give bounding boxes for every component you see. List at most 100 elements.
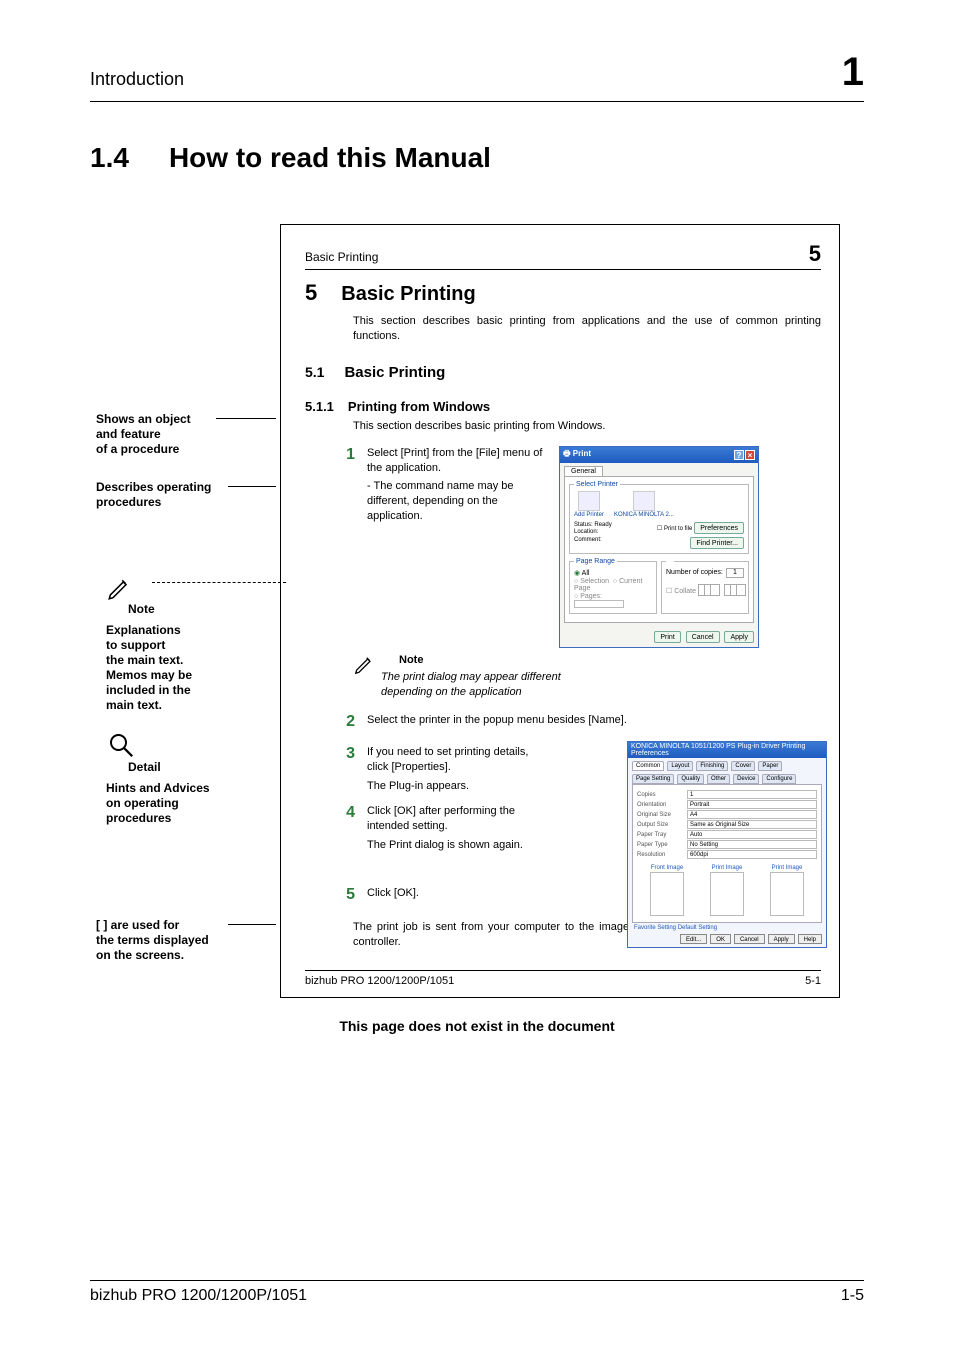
radio-pages[interactable]: Pages: (574, 593, 652, 608)
pencil-icon (353, 654, 375, 676)
preferences-button[interactable]: Preferences (694, 522, 744, 534)
plugin-tab[interactable]: Configure (762, 774, 796, 784)
plugin-tab[interactable]: Quality (677, 774, 704, 784)
plugin-tab[interactable]: Cover (731, 761, 755, 771)
annot-brackets: [ ] are used for the terms displayed on … (96, 918, 209, 963)
step-text: Click [OK]. (367, 886, 419, 901)
section-number: 1.4 (90, 142, 129, 174)
magnifier-icon (106, 730, 210, 760)
plugin-tab[interactable]: Device (733, 774, 759, 784)
plugin-btn[interactable]: Edit... (680, 934, 707, 944)
plugin-field[interactable]: No Setting (687, 840, 817, 849)
printer-status-block: Status: Ready Location: Comment: (574, 522, 612, 549)
step-subtext: The Plug-in appears. (367, 779, 547, 794)
sample-h51-num: 5.1 (305, 364, 324, 380)
page-footer-left: bizhub PRO 1200/1200P/1051 (90, 1287, 307, 1305)
plugin-field[interactable]: Same as Original Size (687, 820, 817, 829)
note-text: The print dialog may appear different de… (381, 670, 581, 700)
preview-thumb (650, 872, 684, 916)
step-subtext: - The command name may be different, dep… (367, 479, 547, 524)
sample-page-figure: Basic Printing 5 5 Basic Printing This s… (280, 224, 840, 998)
step-row: 1 Select [Print] from the [File] menu of… (341, 446, 821, 648)
plugin-tab[interactable]: Layout (667, 761, 693, 771)
copies-input[interactable] (726, 568, 744, 578)
plugin-tabs: Common Layout Finishing Cover Paper Page… (628, 758, 826, 784)
plugin-btn[interactable]: OK (710, 934, 731, 944)
sample-footer-left: bizhub PRO 1200/1200P/1051 (305, 975, 454, 987)
sample-note: Note The print dialog may appear differe… (353, 654, 821, 700)
step-text: Click [OK] after performing the intended… (367, 804, 547, 834)
radio-all[interactable]: All (574, 569, 652, 577)
plugin-btn[interactable]: Cancel (734, 934, 765, 944)
help-icon[interactable]: ? (734, 450, 744, 460)
step-text: If you need to set printing details, cli… (367, 745, 547, 775)
plugin-field[interactable]: Portrait (687, 800, 817, 809)
sample-h511-title: Printing from Windows (348, 399, 490, 414)
plugin-btn[interactable]: Apply (768, 934, 795, 944)
tab-general[interactable]: General (564, 466, 603, 476)
plugin-field[interactable]: A4 (687, 810, 817, 819)
plugin-field[interactable]: 1 (687, 790, 817, 799)
detail-label: Detail (128, 760, 161, 774)
windows-print-dialog: 🖶 Print ?× General Select Printer Add Pr… (559, 446, 759, 648)
step-number: 5 (341, 886, 355, 904)
chapter-label: Introduction (90, 69, 184, 90)
step-subtext: The Print dialog is shown again. (367, 838, 547, 853)
preview-thumb (770, 872, 804, 916)
header-rule (90, 101, 864, 102)
printer-add[interactable]: Add Printer (574, 491, 604, 518)
plugin-tab[interactable]: Page Setting (632, 774, 674, 784)
plugin-field[interactable]: 600dpi (687, 850, 817, 859)
plugin-tab[interactable]: Other (707, 774, 730, 784)
step-text: Select [Print] from the [File] menu of t… (367, 446, 547, 476)
annot-operating-procedures: Describes operating procedures (96, 480, 211, 510)
sample-h51-title: Basic Printing (344, 364, 445, 381)
step-number: 4 (341, 804, 355, 853)
radio-selection[interactable]: Selection Current Page (574, 578, 652, 592)
sample-footer-right: 5-1 (805, 975, 821, 987)
annot-hints: Hints and Advices on operating procedure… (106, 781, 210, 826)
step-text: Select the printer in the popup menu bes… (367, 713, 821, 728)
note-heading: Note (399, 654, 581, 666)
sample-h5-title: Basic Printing (341, 283, 475, 306)
find-printer-button[interactable]: Find Printer... (690, 537, 744, 549)
page-footer-right: 1-5 (841, 1287, 864, 1305)
annot-note-block: Note Explanations to support the main te… (106, 576, 192, 713)
close-icon[interactable]: × (745, 450, 755, 460)
apply-button[interactable]: Apply (724, 631, 754, 643)
step-row: 3 If you need to set printing details, c… (341, 745, 821, 794)
select-printer-group: Select Printer Add Printer KONICA MINOLT… (569, 481, 749, 554)
annot-explanations: Explanations to support the main text. M… (106, 623, 192, 713)
print-button[interactable]: Print (654, 631, 680, 643)
step-row: 2 Select the printer in the popup menu b… (341, 713, 821, 731)
plugin-tab[interactable]: Finishing (696, 761, 728, 771)
collate-row[interactable]: ☐ Collate (666, 584, 744, 598)
plugin-field[interactable]: Auto (687, 830, 817, 839)
chapter-number: 1 (842, 50, 864, 95)
sample-h511-body: This section describes basic printing fr… (353, 420, 821, 432)
figure-caption: This page does not exist in the document (90, 1018, 864, 1034)
sample-h5-body: This section describes basic printing fr… (353, 314, 821, 344)
plugin-tab[interactable]: Paper (758, 761, 782, 771)
print-to-file-checkbox[interactable]: ☐ Print to file (657, 526, 692, 532)
plugin-titlebar: KONICA MINOLTA 1051/1200 PS Plug-in Driv… (628, 742, 826, 758)
annotated-figure: Shows an object and feature of a procedu… (90, 224, 864, 998)
printer-item[interactable]: KONICA MINOLTA 2... (614, 491, 674, 518)
cancel-button[interactable]: Cancel (686, 631, 720, 643)
sample-h511-num: 5.1.1 (305, 399, 334, 414)
plugin-btn[interactable]: Help (798, 934, 822, 944)
copies-label: Number of copies: (666, 569, 723, 576)
sample-running-left: Basic Printing (305, 250, 378, 264)
titlebar-icons: ?× (733, 450, 755, 460)
sample-running-right: 5 (809, 241, 821, 267)
page-range-group: Page Range All Selection Current Page Pa… (569, 558, 657, 614)
print-dialog-title: 🖶 Print (563, 448, 591, 462)
step-number: 1 (341, 446, 355, 648)
step-number: 3 (341, 745, 355, 794)
plugin-tab[interactable]: Common (632, 761, 664, 771)
section-heading: 1.4 How to read this Manual (90, 142, 864, 174)
sample-h5-num: 5 (305, 280, 317, 306)
annot-detail-block: Detail Hints and Advices on operating pr… (106, 730, 210, 826)
sample-header-rule (305, 269, 821, 270)
section-title: How to read this Manual (169, 142, 491, 174)
